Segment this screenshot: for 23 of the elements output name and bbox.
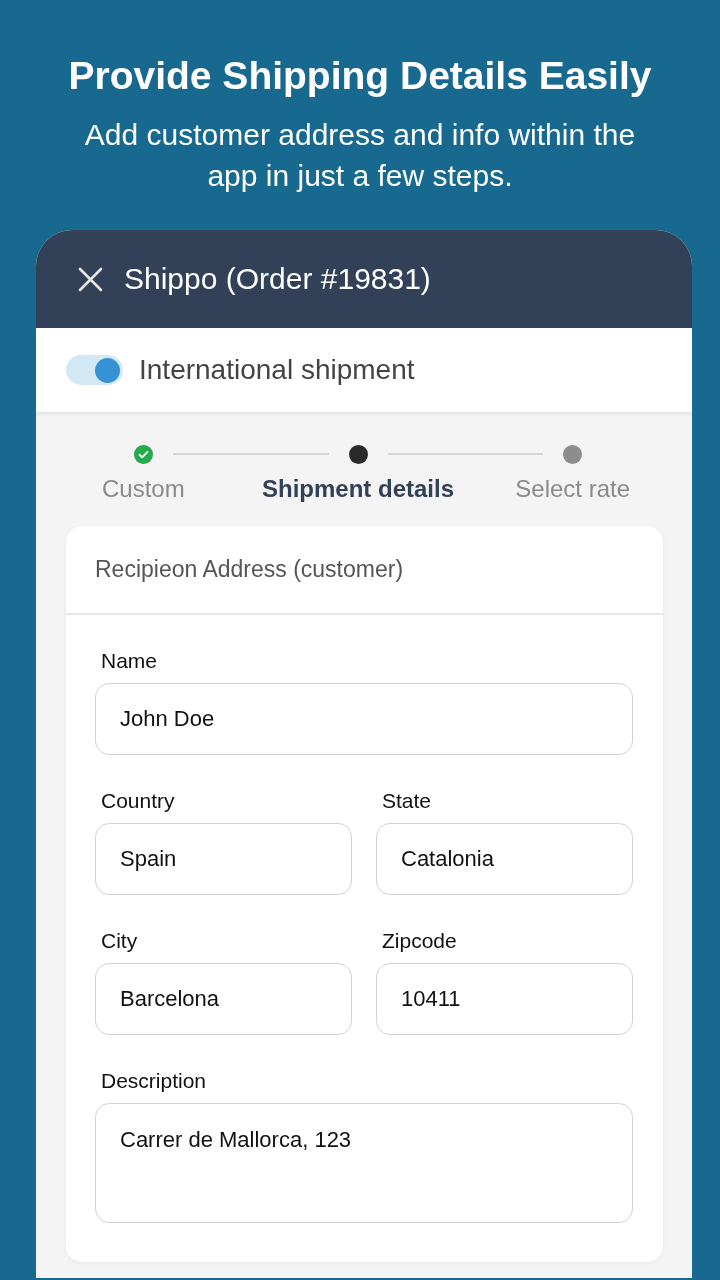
dialog-title: Shippo (Order #19831): [124, 262, 431, 296]
field-label: Description: [100, 1068, 208, 1094]
close-button[interactable]: [78, 266, 103, 292]
field-label: Name: [100, 648, 159, 674]
close-icon: [78, 266, 103, 292]
toggle-label: International shipment: [139, 354, 415, 386]
step-label: Shipment details: [261, 475, 454, 503]
input-field[interactable]: Catalonia: [376, 823, 633, 895]
input-field[interactable]: Spain: [95, 823, 352, 895]
input-field[interactable]: John Doe: [95, 683, 633, 755]
step-label: Select rate: [515, 475, 631, 503]
text-area[interactable]: Carrer de Mallorca, 123: [95, 1103, 633, 1223]
field-label: State: [381, 788, 433, 814]
headline: Provide Shipping Details Easily: [68, 53, 652, 99]
field-label: Country: [100, 788, 176, 814]
subheadline: Add customer address and info within the app in just a few steps.: [83, 117, 637, 194]
step-label: Custom: [102, 475, 185, 503]
input-field[interactable]: 10411: [376, 963, 633, 1035]
input-field[interactable]: Barcelona: [95, 963, 352, 1035]
field-label: City: [100, 928, 139, 954]
card-heading: Recipieon Address (customer): [95, 556, 404, 583]
toggle-switch[interactable]: [66, 355, 123, 385]
field-label: Zipcode: [381, 928, 458, 954]
